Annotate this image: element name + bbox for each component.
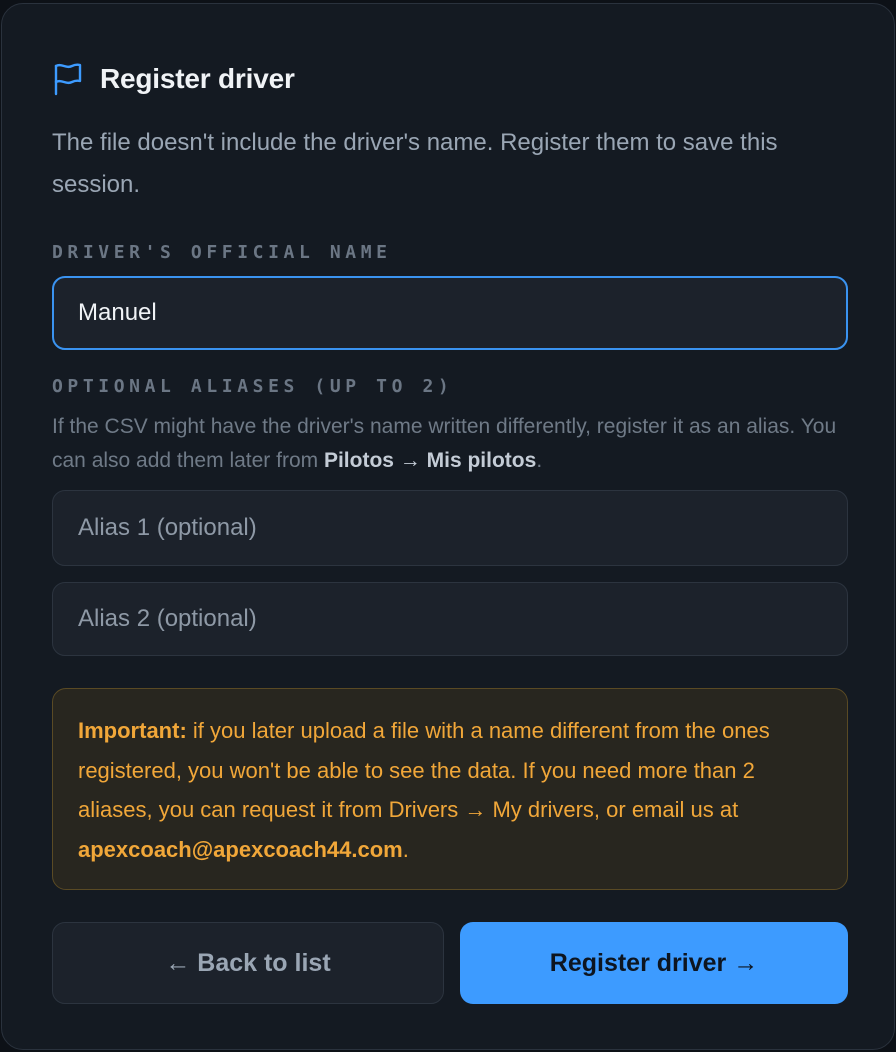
aliases-help-suffix: .	[536, 449, 543, 472]
important-warning: Important: if you later upload a file wi…	[52, 688, 848, 890]
flag-icon	[52, 62, 84, 96]
register-driver-card: Register driver The file doesn't include…	[1, 3, 895, 1050]
back-to-list-button[interactable]: ← Back to list	[52, 922, 444, 1004]
aliases-label: OPTIONAL ALIASES (UP TO 2)	[52, 376, 454, 397]
page-title: Register driver	[100, 63, 295, 94]
support-email: apexcoach@apexcoach44.com	[78, 836, 403, 862]
alias-1-input[interactable]	[52, 490, 848, 566]
register-driver-button[interactable]: Register driver →	[460, 922, 848, 1004]
aliases-help-text: If the CSV might have the driver's name …	[52, 410, 842, 478]
official-name-label: DRIVER'S OFFICIAL NAME	[52, 242, 392, 263]
description-text: The file doesn't include the driver's na…	[52, 129, 778, 198]
card-header: Register driver	[52, 62, 295, 96]
warning-suffix: .	[402, 836, 409, 862]
alias-2-input[interactable]	[52, 582, 848, 656]
aliases-help-link: Pilotos → Mis pilotos	[323, 449, 537, 472]
official-name-input[interactable]	[52, 276, 848, 350]
warning-strong: Important:	[78, 718, 187, 743]
